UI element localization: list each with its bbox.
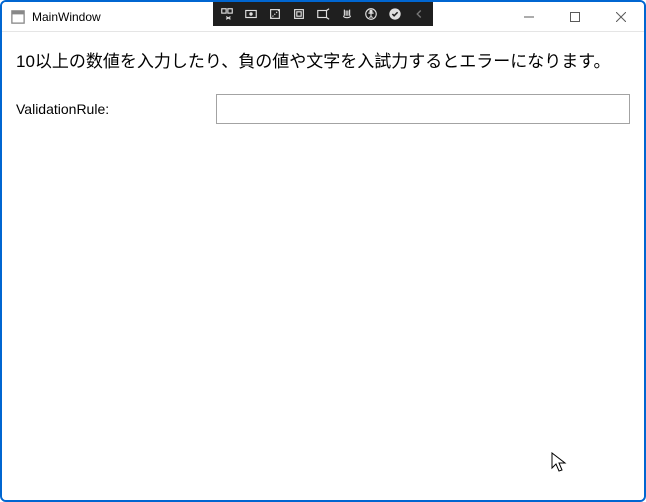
accessibility-hands-icon[interactable] [335, 3, 359, 25]
window-controls [506, 2, 644, 31]
hot-reload-icon[interactable] [311, 3, 335, 25]
client-area: 10以上の数値を入力したり、負の値や文字を入試力するとエラーになります。 Val… [2, 32, 644, 500]
accessibility-icon[interactable] [359, 3, 383, 25]
close-button[interactable] [598, 2, 644, 31]
validation-input[interactable] [216, 94, 630, 124]
minimize-button[interactable] [506, 2, 552, 31]
validation-label: ValidationRule: [16, 101, 216, 117]
collapse-icon[interactable] [407, 3, 431, 25]
display-layout-adorners-icon[interactable] [263, 3, 287, 25]
track-focused-element-icon[interactable] [287, 3, 311, 25]
select-element-icon[interactable] [239, 3, 263, 25]
main-window: MainWindow [0, 0, 646, 502]
maximize-button[interactable] [552, 2, 598, 31]
app-icon [10, 9, 26, 25]
checkmark-icon[interactable] [383, 3, 407, 25]
debug-toolbar [213, 2, 433, 26]
live-visual-tree-icon[interactable] [215, 3, 239, 25]
window-title: MainWindow [32, 10, 101, 24]
instruction-text: 10以上の数値を入力したり、負の値や文字を入試力するとエラーになります。 [16, 50, 630, 74]
titlebar: MainWindow [2, 2, 644, 32]
validation-field-row: ValidationRule: [16, 94, 630, 124]
